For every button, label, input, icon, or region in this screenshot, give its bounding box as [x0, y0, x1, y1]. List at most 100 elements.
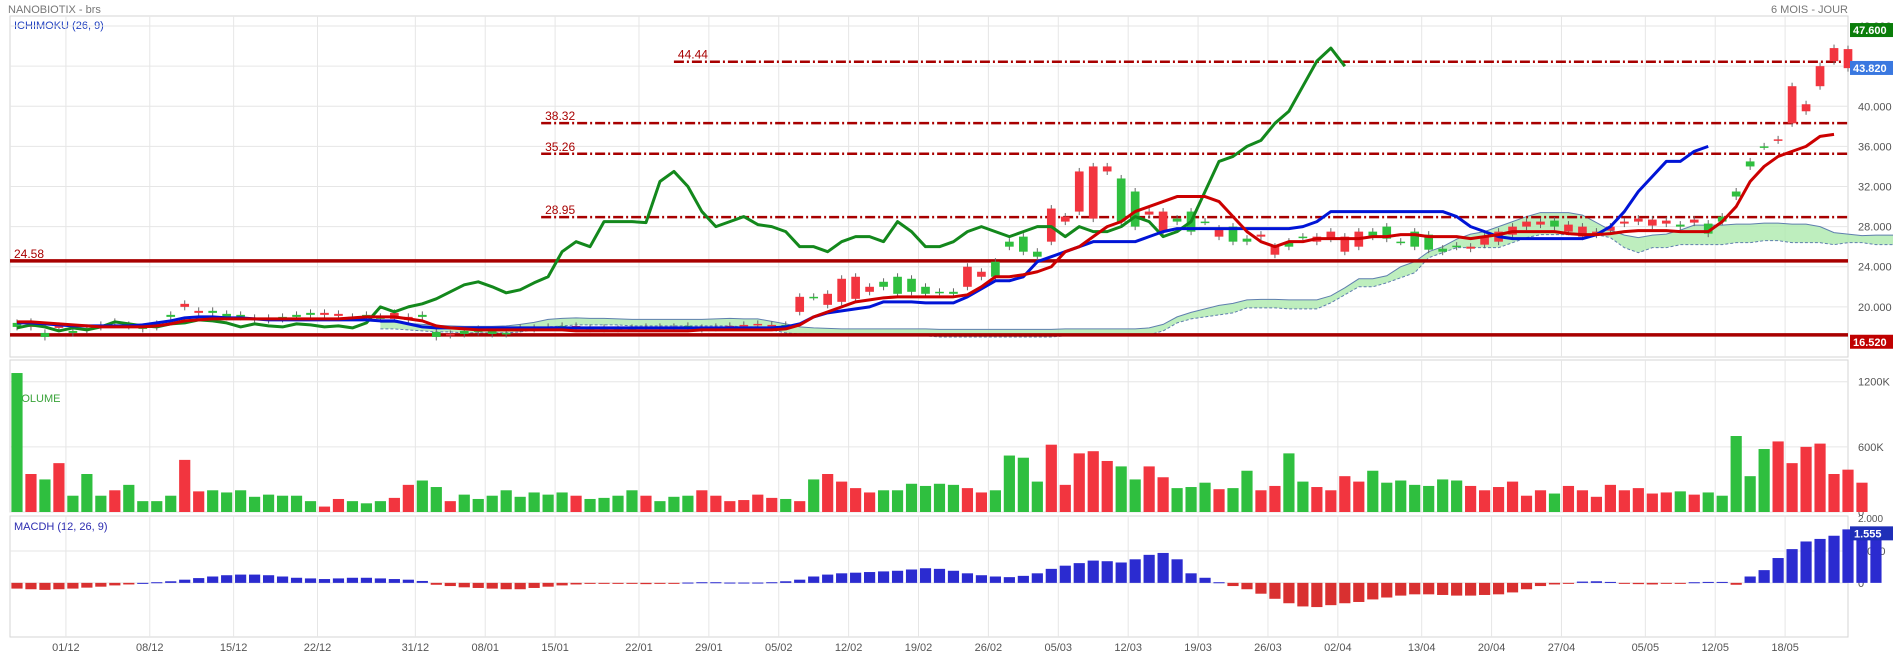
macd-bar: [332, 578, 345, 583]
candle-body: [306, 312, 315, 315]
macd-bar: [1353, 582, 1365, 602]
macd-bar: [933, 568, 946, 583]
volume-bar: [1241, 470, 1253, 512]
volume-bar: [864, 492, 876, 512]
x-tick-label: 05/03: [1045, 642, 1073, 654]
macd-bar: [458, 582, 470, 588]
macd-bar: [1534, 582, 1547, 587]
volume-bar: [1283, 453, 1295, 512]
candle-body: [208, 310, 218, 313]
volume-bar: [81, 474, 93, 512]
volume-bar: [1479, 490, 1491, 512]
volume-bar: [430, 487, 442, 512]
macd-bar: [1381, 582, 1393, 598]
macd-bar: [1031, 573, 1043, 583]
volume-bar: [1451, 480, 1463, 512]
volume-bar: [1339, 476, 1351, 512]
volume-bar: [276, 495, 289, 512]
volume-bar: [332, 498, 345, 512]
price-level-label: 38.32: [545, 109, 575, 123]
candle-body: [935, 291, 944, 294]
volume-bar: [1590, 496, 1603, 512]
volume-bar: [123, 484, 135, 512]
x-tick-label: 31/12: [402, 642, 430, 654]
candle-body: [1661, 220, 1671, 224]
x-tick-label: 05/05: [1632, 642, 1660, 654]
volume-bar: [346, 501, 359, 512]
volume-bar: [290, 495, 303, 512]
candle-body: [1116, 178, 1126, 222]
volume-bar: [388, 497, 400, 512]
macd-bar: [1702, 581, 1714, 583]
candle-body: [1829, 48, 1839, 62]
volume-bar: [696, 490, 708, 512]
macd-bar: [1185, 573, 1197, 583]
volume-bar: [850, 488, 862, 512]
volume-bar: [1115, 466, 1127, 512]
volume-bar: [905, 483, 918, 512]
x-tick-label: 22/12: [304, 642, 332, 654]
macd-bar: [891, 570, 904, 583]
candle-body: [1005, 241, 1014, 247]
volume-bar: [654, 501, 666, 512]
volume-bar: [1087, 451, 1099, 512]
volume-bar: [780, 498, 792, 512]
macd-bar: [1129, 559, 1141, 583]
macd-bar: [486, 582, 498, 589]
volume-bar: [584, 498, 596, 512]
volume-bar: [919, 485, 932, 512]
candle-body: [1647, 219, 1657, 226]
volume-overflow-label: 2.000: [1858, 514, 1883, 525]
volume-bar: [1646, 493, 1658, 512]
x-tick-label: 08/01: [471, 642, 499, 654]
candle-body: [1689, 219, 1699, 223]
macd-bar: [1101, 561, 1113, 583]
volume-bar: [1353, 481, 1365, 512]
macd-bar: [1059, 565, 1071, 583]
candle-body: [1256, 234, 1266, 237]
x-tick-label: 22/01: [625, 642, 653, 654]
chart-header-period: 6 MOIS - JOUR: [1771, 4, 1848, 16]
candle-body: [809, 296, 819, 299]
volume-bar: [1688, 494, 1700, 512]
macd-bar: [1688, 582, 1700, 584]
candle-body: [767, 324, 777, 327]
volume-y-tick-label: 600K: [1858, 442, 1884, 454]
volume-bar: [1255, 490, 1267, 512]
volume-bar: [891, 490, 904, 512]
macd-bar: [1786, 549, 1798, 583]
macd-bar: [822, 574, 834, 583]
x-tick-label: 01/12: [52, 642, 80, 654]
candle-body: [1815, 66, 1825, 87]
macd-bar: [542, 582, 554, 587]
macd-bar: [221, 575, 233, 583]
volume-bar: [1730, 436, 1742, 512]
volume-bar: [1828, 474, 1840, 512]
candle-body: [1200, 221, 1210, 224]
volume-bar: [193, 491, 205, 512]
volume-bar: [1506, 481, 1519, 512]
candle-body: [334, 313, 343, 316]
macd-bar: [276, 576, 289, 583]
volume-bar: [1003, 455, 1015, 512]
volume-bar: [25, 474, 37, 512]
price-level-label: 35.26: [545, 140, 575, 154]
macd-bar: [1814, 538, 1826, 583]
volume-bar: [1199, 482, 1211, 512]
macd-bar: [1423, 582, 1435, 595]
candle-body: [851, 276, 860, 299]
volume-bar: [724, 501, 736, 512]
macd-bar: [808, 576, 820, 583]
macd-bar: [53, 582, 65, 590]
volume-bar: [360, 503, 373, 512]
macd-bar: [346, 577, 359, 583]
x-tick-label: 19/02: [905, 642, 933, 654]
volume-bar: [1562, 485, 1575, 512]
macd-bar: [1437, 582, 1449, 595]
macd-bar: [584, 582, 596, 584]
candle-body: [1046, 208, 1056, 242]
candle-body: [879, 281, 888, 287]
macd-bar: [500, 582, 512, 590]
candle-body: [991, 261, 1000, 277]
macd-bar: [1157, 552, 1169, 583]
